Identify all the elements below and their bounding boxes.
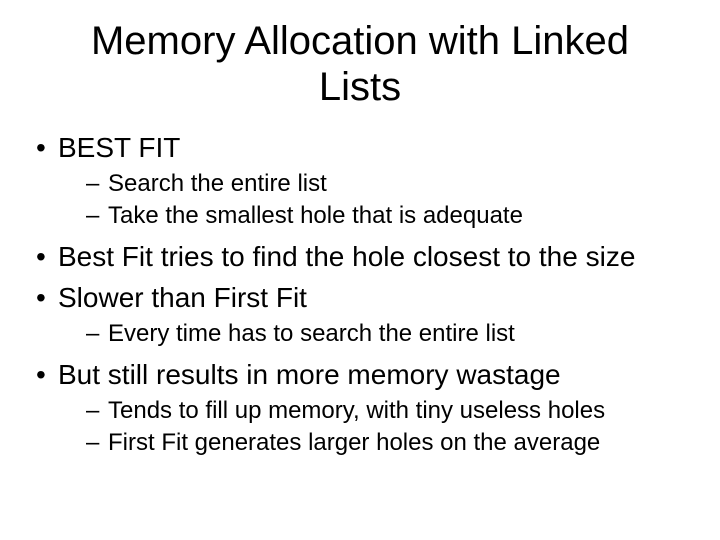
list-item: Best Fit tries to find the hole closest …	[30, 239, 700, 274]
sub-item: Search the entire list	[86, 169, 700, 199]
sub-item: Take the smallest hole that is adequate	[86, 201, 700, 231]
slide: Memory Allocation with Linked Lists BEST…	[0, 0, 720, 540]
sub-item: Every time has to search the entire list	[86, 319, 700, 349]
list-item: But still results in more memory wastage…	[30, 357, 700, 458]
bullet-text: Slower than First Fit	[58, 282, 307, 313]
bullet-list: BEST FIT Search the entire list Take the…	[30, 130, 700, 458]
list-item: BEST FIT Search the entire list Take the…	[30, 130, 700, 231]
sub-item: Tends to fill up memory, with tiny usele…	[86, 396, 700, 426]
sub-list: Search the entire list Take the smallest…	[86, 169, 700, 231]
bullet-text: Best Fit tries to find the hole closest …	[58, 241, 635, 272]
sub-list: Tends to fill up memory, with tiny usele…	[86, 396, 700, 458]
slide-title: Memory Allocation with Linked Lists	[60, 18, 660, 110]
bullet-text: But still results in more memory wastage	[58, 359, 561, 390]
bullet-text: BEST FIT	[58, 132, 180, 163]
list-item: Slower than First Fit Every time has to …	[30, 280, 700, 349]
sub-item: First Fit generates larger holes on the …	[86, 428, 700, 458]
sub-list: Every time has to search the entire list	[86, 319, 700, 349]
